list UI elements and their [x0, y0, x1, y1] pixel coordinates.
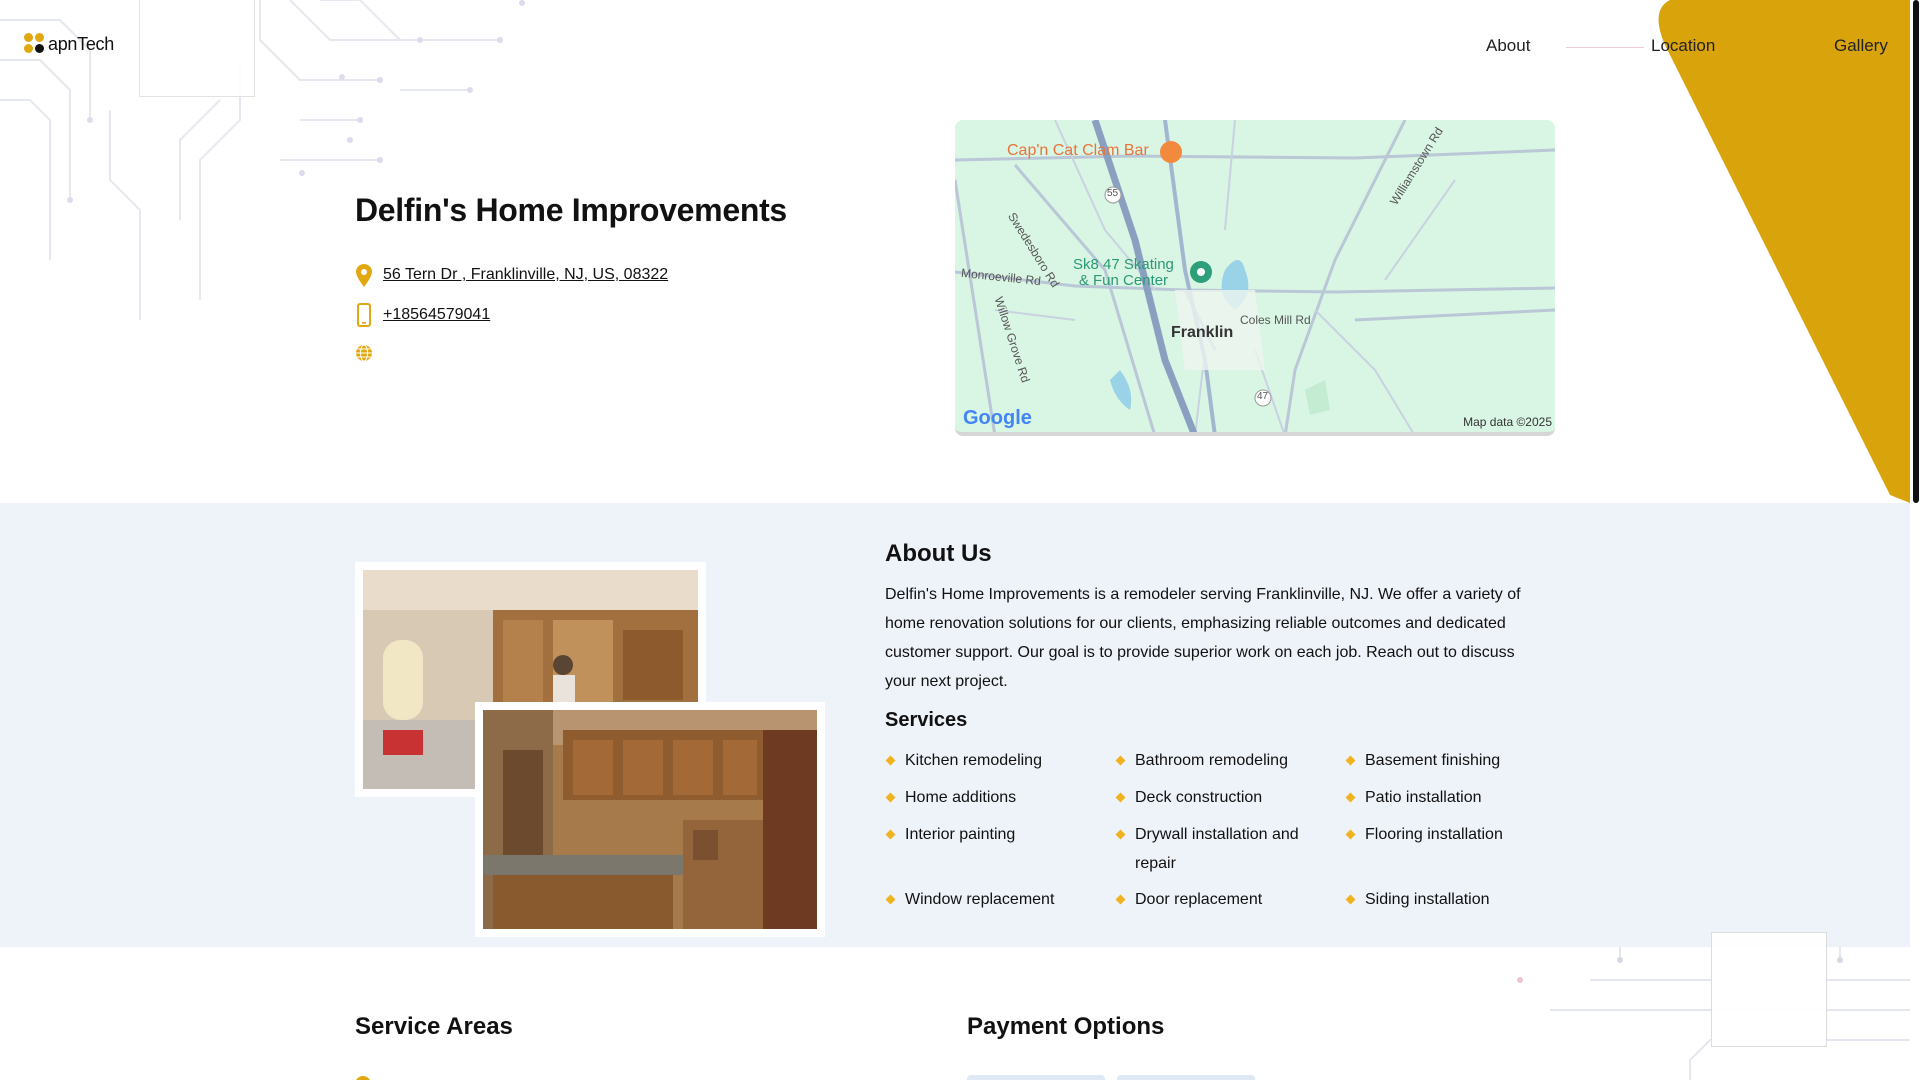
service-item: Door replacement [1115, 885, 1315, 914]
location-map[interactable]: 55 47 Cap'n Cat Clam Bar Sk8 47 Skating &… [955, 120, 1555, 436]
photo-kitchen-image [483, 710, 817, 929]
map-poi-skating[interactable]: Sk8 47 Skating & Fun Center [1073, 257, 1174, 289]
payment-options-heading: Payment Options [967, 1013, 1165, 1040]
nav-divider [1566, 47, 1644, 48]
globe-icon[interactable] [355, 341, 373, 365]
map-route-55: 55 [1107, 188, 1119, 199]
site-header: apnTech About Location Gallery [0, 0, 1910, 97]
service-item: Flooring installation [1345, 820, 1545, 849]
about-description: Delfin's Home Improvements is a remodele… [885, 586, 1521, 690]
map-poi-clam-bar[interactable]: Cap'n Cat Clam Bar [1007, 142, 1149, 160]
map-poi-skating-line1: Sk8 47 Skating [1073, 256, 1174, 273]
logo-frame [139, 0, 255, 97]
phone-link[interactable]: +18564579041 [383, 306, 490, 324]
service-item: Home additions [885, 783, 1085, 812]
address-link[interactable]: 56 Tern Dr , Franklinville, NJ, US, 0832… [383, 266, 668, 284]
service-item: Deck construction [1115, 783, 1315, 812]
service-item: Kitchen remodeling [885, 746, 1085, 775]
gallery-photo-kitchen[interactable] [475, 702, 825, 937]
services-heading: Services [885, 709, 968, 731]
map-road-coles-mill: Coles Mill Rd [1240, 313, 1311, 327]
logo-mark-icon [24, 33, 46, 55]
service-item: Patio installation [1345, 783, 1545, 812]
service-item: Siding installation [1345, 885, 1545, 914]
business-name: Delfin's Home Improvements [355, 192, 787, 228]
map-town-label: Franklin [1171, 324, 1234, 341]
phone-row: +18564579041 [355, 303, 490, 327]
site-logo[interactable]: apnTech [24, 33, 114, 55]
map-pin-icon [355, 1076, 371, 1080]
nav-link-about[interactable]: About [1486, 36, 1530, 56]
scrollbar-thumb[interactable] [1913, 0, 1919, 503]
map-attribution[interactable]: Map data ©2025 [1463, 415, 1552, 429]
service-item: Bathroom remodeling [1115, 746, 1315, 775]
nav-link-gallery[interactable]: Gallery [1834, 36, 1888, 56]
address-row: 56 Tern Dr , Franklinville, NJ, US, 0832… [355, 263, 668, 287]
map-route-47: 47 [1257, 391, 1269, 402]
decorative-frame [1711, 932, 1827, 1047]
service-item: Window replacement [885, 885, 1085, 914]
nav-link-location[interactable]: Location [1651, 36, 1715, 56]
phone-icon [355, 303, 373, 327]
service-areas-heading: Service Areas [355, 1013, 513, 1040]
service-item: Drywall installation and repair [1115, 820, 1315, 878]
payment-chip [967, 1075, 1105, 1080]
logo-text: apnTech [48, 33, 114, 54]
service-item: Interior painting [885, 820, 1085, 849]
payment-chip [1117, 1075, 1255, 1080]
map-poi-skating-line2: & Fun Center [1078, 272, 1169, 289]
map-pin-icon [355, 263, 373, 287]
website-row [355, 341, 383, 365]
about-heading: About Us [885, 540, 992, 567]
service-item: Basement finishing [1345, 746, 1545, 775]
google-logo: Google [963, 407, 1032, 430]
google-logo-text: Google [963, 407, 1032, 429]
scrollbar-track[interactable] [1910, 0, 1920, 1080]
